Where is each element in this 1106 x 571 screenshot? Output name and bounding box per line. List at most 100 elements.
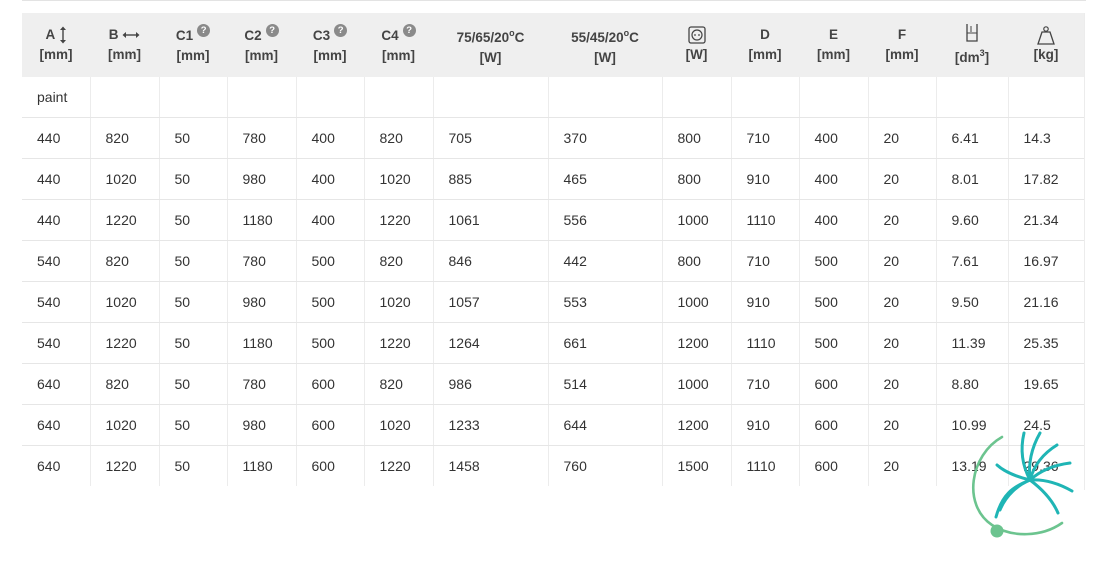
cell-f: 20 <box>867 158 936 200</box>
cell-f: 20 <box>867 404 936 446</box>
weight-icon <box>1037 26 1055 45</box>
header-f-unit: [mm] <box>885 47 919 62</box>
header-output2-suffix: C <box>629 29 639 45</box>
help-icon[interactable]: ? <box>197 24 211 37</box>
cell-b: 1020 <box>89 158 159 200</box>
cell-c2: 780 <box>226 117 296 159</box>
cell-d: 1110 <box>730 445 799 486</box>
header-b-unit: [mm] <box>108 47 141 62</box>
cell-electric-power: 1200 <box>661 322 731 364</box>
page-background-bottom <box>0 490 1106 571</box>
table-header: A [mm] B [mm] C1? [mm] C2? [mm] C3 ? [mm… <box>22 13 1084 77</box>
cell-e: 400 <box>798 199 868 241</box>
cell-c4: 1020 <box>363 404 433 446</box>
cell-c4: 1020 <box>363 158 433 200</box>
cell-c4: 1020 <box>363 281 433 323</box>
cell-c1: 50 <box>158 199 227 241</box>
header-d: D [mm] <box>731 13 799 77</box>
header-a-unit: [mm] <box>39 47 73 62</box>
header-c4: C4? [mm] <box>364 13 433 77</box>
cell-output-55-45-20: 553 <box>547 281 662 323</box>
header-weight-unit: [kg] <box>1033 47 1059 63</box>
header-c2-label: C2 <box>244 28 262 43</box>
cell-electric-power: 1200 <box>661 404 731 446</box>
cell-weight: 17.82 <box>1007 158 1084 200</box>
header-d-label: D <box>760 27 770 42</box>
cell-output-75-65-20: 1264 <box>432 322 548 364</box>
cell-f: 20 <box>867 322 936 364</box>
header-a-label: A <box>45 27 55 42</box>
cell-c3: 500 <box>295 281 364 323</box>
cell-output-75-65-20: 1233 <box>432 404 548 446</box>
cell-e: 500 <box>798 281 868 323</box>
cell-c4: 1220 <box>363 199 433 241</box>
cell-b: 1220 <box>89 445 159 486</box>
header-electric-power: [W] <box>662 13 731 77</box>
brand-logo-icon <box>971 431 1074 538</box>
product-spec-table: A [mm] B [mm] C1? [mm] C2? [mm] C3 ? [mm… <box>22 13 1084 486</box>
cell-c2: 980 <box>226 281 296 323</box>
table-row: 540 820 50 780 500 820 846 442 800 710 500 20 7.61 16… <box>22 240 1084 282</box>
section-row: paint <box>22 77 1084 118</box>
cell-weight: 16.97 <box>1007 240 1084 282</box>
cell-f: 20 <box>867 199 936 241</box>
cell-c1: 50 <box>158 363 227 405</box>
help-icon[interactable]: ? <box>402 24 416 37</box>
cell-a: 540 <box>22 322 90 364</box>
table-row: 440 820 50 780 400 820 705 370 800 710 400 20 6.41 14… <box>22 117 1084 159</box>
cell-c2: 1180 <box>226 199 296 241</box>
product-table-container: A [mm] B [mm] C1? [mm] C2? [mm] C3 ? [mm… <box>22 13 1084 486</box>
cell-output-75-65-20: 986 <box>432 363 548 405</box>
cell-c4: 820 <box>363 117 433 159</box>
cell-e: 500 <box>798 240 868 282</box>
width-arrow-icon <box>122 32 140 39</box>
cell-d: 1110 <box>730 199 799 241</box>
cell-c2: 780 <box>226 363 296 405</box>
cell-d: 910 <box>730 404 799 446</box>
cell-c4: 820 <box>363 363 433 405</box>
cell-output-55-45-20: 644 <box>547 404 662 446</box>
cell-a: 540 <box>22 240 90 282</box>
header-c3-label: C3 <box>312 28 331 43</box>
cell-a: 440 <box>22 199 90 241</box>
cell-b: 820 <box>89 240 159 282</box>
cell-output-55-45-20: 661 <box>547 322 662 364</box>
header-c1-unit: [mm] <box>176 48 210 63</box>
help-icon[interactable]: ? <box>265 24 279 37</box>
cell-electric-power: 1000 <box>661 199 731 241</box>
header-output1-unit: [W] <box>479 49 502 65</box>
cell-output-75-65-20: 885 <box>432 158 548 200</box>
cell-c4: 820 <box>363 240 433 282</box>
cell-a: 540 <box>22 281 90 323</box>
header-volume-unit-suffix: ] <box>984 49 990 65</box>
cell-weight: 21.34 <box>1007 199 1084 241</box>
cell-d: 710 <box>730 240 799 282</box>
header-output-75-65-20: 75/65/20oC [W] <box>433 13 548 77</box>
cell-f: 20 <box>867 117 936 159</box>
cell-output-55-45-20: 514 <box>547 363 662 405</box>
cell-output-75-65-20: 1061 <box>432 199 548 241</box>
cell-a: 640 <box>22 404 90 446</box>
cell-c4: 1220 <box>363 445 433 486</box>
header-e: E [mm] <box>799 13 868 77</box>
cell-e: 600 <box>798 404 868 446</box>
cell-e: 500 <box>798 322 868 364</box>
help-icon[interactable]: ? <box>334 24 348 37</box>
cell-c1: 50 <box>158 322 227 364</box>
header-e-label: E <box>828 27 838 42</box>
cell-e: 400 <box>798 158 868 200</box>
cell-c3: 600 <box>295 363 364 405</box>
cell-b: 820 <box>89 117 159 159</box>
cell-weight: 19.65 <box>1007 363 1084 405</box>
cell-output-55-45-20: 465 <box>547 158 662 200</box>
header-c3-unit: [mm] <box>313 48 347 63</box>
cell-volume: 8.80 <box>935 363 1008 405</box>
cell-b: 1020 <box>89 404 159 446</box>
header-e-unit: [mm] <box>817 47 850 62</box>
cell-e: 600 <box>798 363 868 405</box>
section-label-cell: paint <box>22 77 90 118</box>
cell-c2: 1180 <box>226 322 296 364</box>
table-body: paint 440 820 50 780 400 820 705 370 800 710 400 20… <box>22 77 1084 486</box>
cell-c3: 400 <box>295 117 364 159</box>
table-row: 440 1220 50 1180 400 1220 1061 556 1000 1110 400 20… <box>22 199 1084 241</box>
